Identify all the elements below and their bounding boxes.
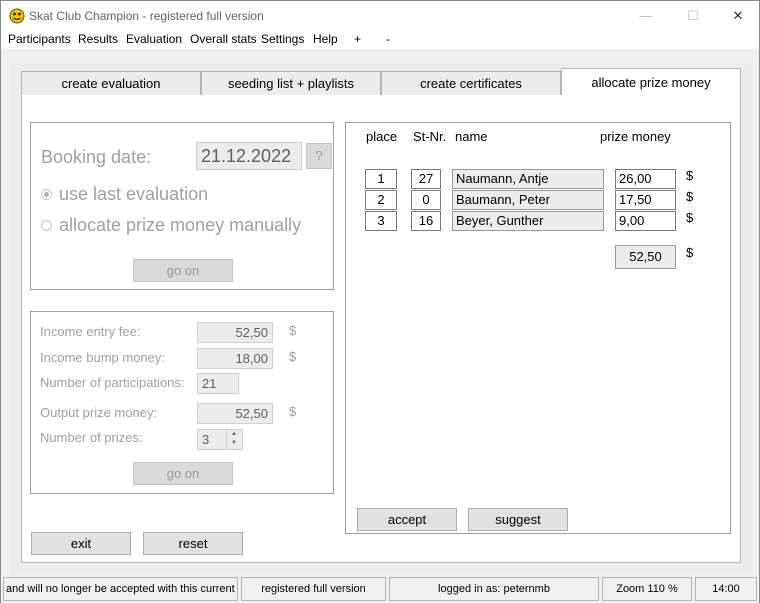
menu-settings[interactable]: Settings xyxy=(261,32,304,46)
menu-help[interactable]: Help xyxy=(313,32,338,46)
tab-seeding-list[interactable]: seeding list + playlists xyxy=(201,71,381,95)
header-prize-money: prize money xyxy=(600,129,671,144)
status-time: 14:00 xyxy=(695,577,757,601)
spin-up-icon[interactable]: ▲ xyxy=(227,430,241,439)
tab-create-evaluation[interactable]: create evaluation xyxy=(21,71,201,95)
participations-field[interactable]: 21 xyxy=(197,373,239,394)
income-bump-currency: $ xyxy=(289,349,297,364)
radio-use-last-evaluation[interactable] xyxy=(41,189,52,200)
participations-label: Number of participations: xyxy=(40,375,185,390)
booking-date-field[interactable]: 21.12.2022 xyxy=(196,142,302,170)
radio-use-last-evaluation-label: use last evaluation xyxy=(59,184,209,204)
output-prize-money-field[interactable]: 52,50 xyxy=(197,403,273,424)
menu-results[interactable]: Results xyxy=(78,32,118,46)
row-1-prize-money[interactable]: 26,00 xyxy=(615,169,676,189)
row-3-prize-money[interactable]: 9,00 xyxy=(615,211,676,231)
spin-down-icon[interactable]: ▼ xyxy=(227,439,241,448)
row-2-stnr[interactable]: 0 xyxy=(411,190,441,210)
accept-button[interactable]: accept xyxy=(357,508,457,531)
number-of-prizes-value: 3 xyxy=(202,432,210,447)
row-1-stnr[interactable]: 27 xyxy=(411,169,441,189)
menu-zoom-out[interactable]: - xyxy=(386,32,390,46)
reset-button[interactable]: reset xyxy=(143,532,243,555)
status-user: logged in as: peternmb xyxy=(389,577,599,601)
application-window: Skat Club Champion - registered full ver… xyxy=(0,0,760,603)
menu-participants[interactable]: Participants xyxy=(8,32,71,46)
number-of-prizes-label: Number of prizes: xyxy=(40,430,143,445)
radio-allocate-manually[interactable] xyxy=(41,220,52,231)
menu-bar: Participants Results Evaluation Overall … xyxy=(1,31,759,49)
booking-group: Booking date: 21.12.2022 ? use last eval… xyxy=(30,122,334,290)
row-1-currency: $ xyxy=(686,168,694,183)
header-place: place xyxy=(366,129,398,144)
row-3-currency: $ xyxy=(686,210,694,225)
income-entry-fee-label: Income entry fee: xyxy=(40,324,141,339)
row-2-currency: $ xyxy=(686,189,694,204)
tab-create-certificates[interactable]: create certificates xyxy=(381,71,561,95)
prize-table-group: place St-Nr. name prize money 1 27 Nauma… xyxy=(345,122,731,534)
row-3-place[interactable]: 3 xyxy=(365,211,397,231)
row-2-prize-money[interactable]: 17,50 xyxy=(615,190,676,210)
suggest-button[interactable]: suggest xyxy=(468,508,568,531)
app-icon xyxy=(9,8,25,24)
output-prize-money-currency: $ xyxy=(289,404,297,419)
status-zoom: Zoom 110 % xyxy=(602,577,692,601)
income-bump-label: Income bump money: xyxy=(40,350,166,365)
output-prize-money-label: Output prize money: xyxy=(40,405,158,420)
close-button[interactable]: ✕ xyxy=(723,6,753,26)
income-entry-fee-currency: $ xyxy=(289,323,297,338)
income-bump-field[interactable]: 18,00 xyxy=(197,348,273,369)
menu-evaluation[interactable]: Evaluation xyxy=(126,32,182,46)
minimize-button[interactable]: — xyxy=(631,6,661,26)
help-button[interactable]: ? xyxy=(306,143,332,169)
exit-button[interactable]: exit xyxy=(31,532,131,555)
row-3-name: Beyer, Gunther xyxy=(452,211,604,231)
row-3-stnr[interactable]: 16 xyxy=(411,211,441,231)
window-title: Skat Club Champion - registered full ver… xyxy=(29,9,264,23)
row-1-name: Naumann, Antje xyxy=(452,169,604,189)
maximize-button[interactable]: ☐ xyxy=(678,6,708,26)
booking-go-on-button[interactable]: go on xyxy=(133,259,233,282)
menu-zoom-in[interactable]: + xyxy=(354,32,361,46)
row-1-place[interactable]: 1 xyxy=(365,169,397,189)
prize-money-total: 52,50 xyxy=(615,245,676,269)
status-bar: and will no longer be accepted with this… xyxy=(1,575,759,603)
booking-date-label: Booking date: xyxy=(41,147,152,167)
number-of-prizes-spin[interactable]: ▲ ▼ xyxy=(226,430,241,449)
income-go-on-button[interactable]: go on xyxy=(133,462,233,485)
header-name: name xyxy=(455,129,488,144)
status-message: and will no longer be accepted with this… xyxy=(3,577,238,601)
radio-allocate-manually-label: allocate prize money manually xyxy=(59,215,302,235)
tab-allocate-prize-money[interactable]: allocate prize money xyxy=(561,68,741,96)
header-stnr: St-Nr. xyxy=(413,129,447,144)
row-2-name: Baumann, Peter xyxy=(452,190,604,210)
income-group: Income entry fee: 52,50 $ Income bump mo… xyxy=(30,311,334,494)
status-license: registered full version xyxy=(241,577,386,601)
row-2-place[interactable]: 2 xyxy=(365,190,397,210)
menu-overall-stats[interactable]: Overall stats xyxy=(190,32,257,46)
total-currency: $ xyxy=(686,245,694,260)
title-bar: Skat Club Champion - registered full ver… xyxy=(1,1,759,31)
income-entry-fee-field[interactable]: 52,50 xyxy=(197,322,273,343)
